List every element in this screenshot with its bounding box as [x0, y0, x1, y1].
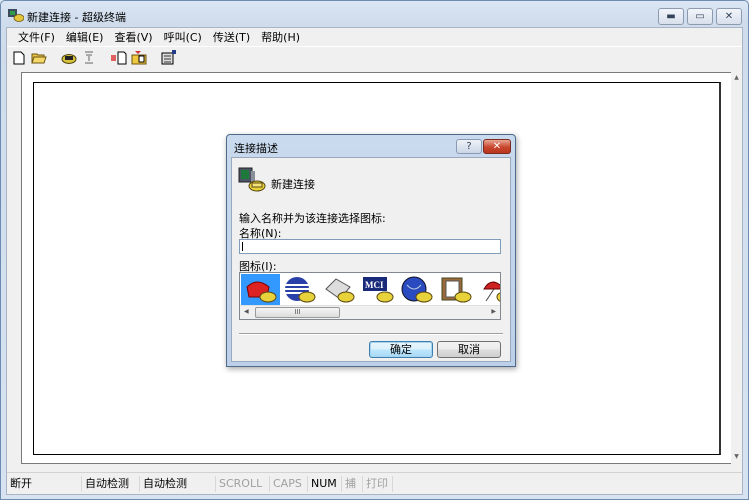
status-spacer [393, 476, 742, 492]
menu-bar: 文件(F) 编辑(E) 查看(V) 呼叫(C) 传送(T) 帮助(H) [7, 28, 742, 45]
status-scroll: SCROLL [216, 475, 270, 492]
minimize-icon: ▬ [666, 11, 676, 22]
ok-button[interactable]: 确定 [369, 341, 433, 358]
menu-edit[interactable]: 编辑(E) [61, 29, 109, 45]
icon-list[interactable]: MCI ◀ III ▶ [239, 272, 501, 320]
scroll-up-icon[interactable]: ▲ [732, 74, 741, 83]
icon-option-mci[interactable]: MCI [358, 274, 397, 306]
mci-logo-icon: MCI [362, 277, 393, 303]
menu-transfer[interactable]: 传送(T) [208, 29, 255, 45]
scroll-down-icon[interactable]: ▼ [732, 453, 741, 462]
umbrella-icon [482, 281, 500, 302]
hyperterminal-app-icon [8, 8, 25, 22]
cancel-button[interactable]: 取消 [437, 341, 501, 358]
vertical-scrollbar[interactable]: ▲ ▼ [731, 72, 742, 464]
new-button[interactable] [11, 50, 27, 66]
menu-view[interactable]: 查看(V) [109, 29, 157, 45]
properties-icon [161, 50, 176, 65]
status-autodetect-1: 自动检测 [82, 475, 140, 492]
icon-option-umbrella[interactable] [475, 274, 500, 306]
menu-file[interactable]: 文件(F) [13, 29, 60, 45]
clipboard-documents-icon [441, 277, 471, 303]
status-connection: 断开 [7, 475, 82, 492]
globe-stripes-icon [284, 277, 315, 303]
connection-name-label: 新建连接 [271, 178, 315, 191]
red-phone-icon [245, 281, 276, 303]
send-file-icon [111, 51, 127, 64]
dialog-title: 连接描述 [234, 142, 278, 155]
icon-list-scrollbar[interactable]: ◀ III ▶ [240, 305, 500, 319]
receive-file-icon [131, 51, 147, 65]
menu-help[interactable]: 帮助(H) [256, 29, 305, 45]
text-caret [242, 242, 243, 251]
scroll-thumb[interactable]: III [255, 307, 340, 318]
blue-globe-icon [401, 276, 432, 303]
status-caps: CAPS [270, 475, 308, 492]
fax-machine-icon [324, 278, 354, 303]
dialog-close-button[interactable]: ✕ [483, 139, 511, 154]
minimize-button[interactable]: ▬ [658, 8, 684, 25]
status-print: 打印 [363, 475, 393, 492]
connection-description-dialog: 连接描述 ? ✕ 新建连接 输入名称并为该连接选择图标: 名称(N): 图标(I… [226, 134, 516, 367]
dialog-body: 新建连接 输入名称并为该连接选择图标: 名称(N): 图标(I): MCI ◀ … [231, 157, 511, 362]
window-title: 新建连接 - 超级终端 [27, 11, 126, 24]
prompt-text: 输入名称并为该连接选择图标: [239, 212, 386, 225]
disconnect-button[interactable] [81, 50, 97, 66]
help-icon: ? [466, 141, 472, 152]
scroll-right-icon[interactable]: ▶ [491, 308, 496, 315]
scroll-left-icon[interactable]: ◀ [244, 308, 249, 315]
properties-button[interactable] [161, 50, 177, 66]
icon-option-blue-globe[interactable] [397, 274, 436, 306]
toolbar [7, 46, 742, 68]
title-bar[interactable]: 新建连接 - 超级终端 ▬ ▭ ✕ [1, 1, 748, 27]
menu-call[interactable]: 呼叫(C) [159, 29, 207, 45]
connection-computer-icon [238, 167, 266, 192]
maximize-icon: ▭ [695, 11, 705, 22]
open-button[interactable] [31, 50, 47, 66]
status-capture: 捕 [342, 475, 363, 492]
status-autodetect-2: 自动检测 [140, 475, 216, 492]
icon-option-fax[interactable] [319, 274, 358, 306]
maximize-button[interactable]: ▭ [687, 8, 713, 25]
disconnect-icon [85, 51, 93, 64]
new-document-icon [13, 51, 25, 64]
open-folder-icon [31, 53, 47, 64]
call-button[interactable] [61, 50, 77, 66]
receive-button[interactable] [131, 50, 147, 66]
dialog-help-button[interactable]: ? [456, 139, 482, 154]
icon-option-globe-stripes[interactable] [280, 274, 319, 306]
send-button[interactable] [111, 50, 127, 66]
svg-text:MCI: MCI [365, 280, 384, 290]
icon-option-clipboard[interactable] [436, 274, 475, 306]
name-input[interactable] [239, 239, 501, 254]
icon-option-red-phone[interactable] [241, 274, 280, 306]
dial-phone-icon [61, 53, 77, 64]
status-num: NUM [308, 475, 342, 492]
status-bar: 断开 自动检测 自动检测 SCROLL CAPS NUM 捕 打印 [7, 472, 742, 494]
dialog-separator [239, 333, 503, 335]
close-icon: ✕ [492, 141, 502, 152]
close-button[interactable]: ✕ [716, 8, 742, 25]
close-icon: ✕ [724, 11, 734, 22]
